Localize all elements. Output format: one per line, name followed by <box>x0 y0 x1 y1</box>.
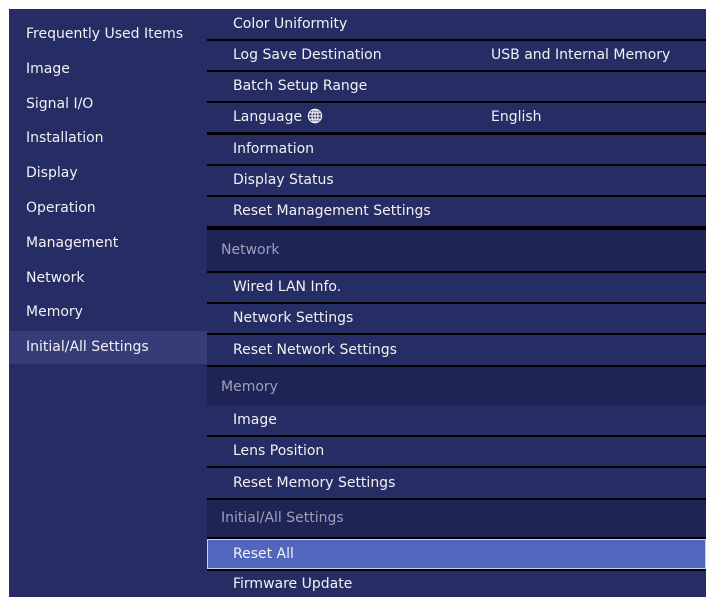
menu-item-value: English <box>491 109 542 125</box>
menu-item-label: Batch Setup Range <box>233 72 367 101</box>
menu-item-reset-management-settings[interactable]: Reset Management Settings <box>207 197 706 226</box>
sidebar-item-display[interactable]: Display <box>9 157 207 190</box>
label-text: Log Save Destination <box>233 47 382 63</box>
sidebar-item-frequently-used-items[interactable]: Frequently Used Items <box>9 18 207 51</box>
sidebar-item-installation[interactable]: Installation <box>9 122 207 155</box>
menu-item-lens-position[interactable]: Lens Position <box>207 437 706 466</box>
label-text: Batch Setup Range <box>233 78 368 94</box>
sidebar-item-operation[interactable]: Operation <box>9 192 207 225</box>
globe-icon <box>307 106 323 135</box>
menu-item-label: Language <box>233 103 323 135</box>
label-text: Reset Management Settings <box>233 203 431 219</box>
menu-item-label: Reset All <box>233 539 294 569</box>
sidebar-item-initial-all-settings[interactable]: Initial/All Settings <box>9 331 207 364</box>
menu-item-wired-lan-info[interactable]: Wired LAN Info. <box>207 273 706 302</box>
menu-item-image[interactable]: Image <box>207 405 706 435</box>
menu-item-log-save-destination[interactable]: Log Save Destination USB and Internal Mem… <box>207 41 706 70</box>
menu-item-network-settings[interactable]: Network Settings <box>207 304 706 333</box>
label-text: Reset All <box>233 546 294 562</box>
label-text: Wired LAN Info. <box>233 279 342 295</box>
projector-menu: Frequently Used Items Image Signal I/O Inst… <box>9 9 706 597</box>
menu-item-batch-setup-range[interactable]: Batch Setup Range <box>207 72 706 101</box>
menu-item-reset-all[interactable]: Reset All <box>207 539 706 569</box>
section-header-label: Network <box>221 230 279 271</box>
label-text: Lens Position <box>233 443 325 459</box>
menu-item-reset-memory-settings[interactable]: Reset Memory Settings <box>207 468 706 498</box>
sidebar-item-memory[interactable]: Memory <box>9 296 207 329</box>
menu-item-information[interactable]: Information <box>207 135 706 164</box>
label-text: Initial/All Settings <box>221 510 344 526</box>
menu-item-label: Image <box>233 405 277 435</box>
menu-item-label: Lens Position <box>233 437 324 466</box>
sidebar-item-image[interactable]: Image <box>9 53 207 86</box>
menu-item-language[interactable]: Language English <box>207 103 706 132</box>
label-text: Information <box>233 141 315 157</box>
sidebar: Frequently Used Items Image Signal I/O Inst… <box>9 9 207 597</box>
section-header-label: Initial/All Settings <box>221 500 344 537</box>
label-text: Image <box>233 412 277 428</box>
section-header-network: Network <box>207 230 706 271</box>
menu-item-label: Color Uniformity <box>233 9 347 39</box>
menu-item-label: Reset Memory Settings <box>233 468 395 498</box>
section-header-label: Memory <box>221 367 278 408</box>
menu-item-label: Firmware Update <box>233 571 352 597</box>
menu-item-value: USB and Internal Memory <box>491 47 671 63</box>
menu-item-color-uniformity[interactable]: Color Uniformity <box>207 9 706 39</box>
menu-item-label: Reset Management Settings <box>233 197 431 226</box>
menu-item-firmware-update[interactable]: Firmware Update <box>207 571 706 597</box>
menu-item-label: Display Status <box>233 166 334 195</box>
label-text: Display Status <box>233 172 334 188</box>
menu-item-label: Information <box>233 135 314 164</box>
label-text: Firmware Update <box>233 576 353 592</box>
menu-item-display-status[interactable]: Display Status <box>207 166 706 195</box>
settings-list: Color Uniformity Log Save Destination USB … <box>207 9 706 597</box>
label-text: Color Uniformity <box>233 16 348 32</box>
menu-item-label: Network Settings <box>233 304 353 333</box>
section-header-memory: Memory <box>207 367 706 408</box>
menu-item-label: Wired LAN Info. <box>233 273 341 302</box>
menu-item-label: Reset Network Settings <box>233 335 397 365</box>
label-text: Network <box>221 242 280 258</box>
menu-item-reset-network-settings[interactable]: Reset Network Settings <box>207 335 706 365</box>
sidebar-item-network[interactable]: Network <box>9 262 207 295</box>
label-text: Reset Memory Settings <box>233 475 396 491</box>
section-header-initial-all-settings: Initial/All Settings <box>207 500 706 537</box>
sidebar-item-signal-i-o[interactable]: Signal I/O <box>9 88 207 121</box>
label-text: Memory <box>221 379 278 395</box>
sidebar-item-management[interactable]: Management <box>9 227 207 260</box>
label-text: Language <box>233 109 303 125</box>
label-text: Reset Network Settings <box>233 342 397 358</box>
label-text: Network Settings <box>233 310 354 326</box>
menu-item-label: Log Save Destination <box>233 41 382 70</box>
